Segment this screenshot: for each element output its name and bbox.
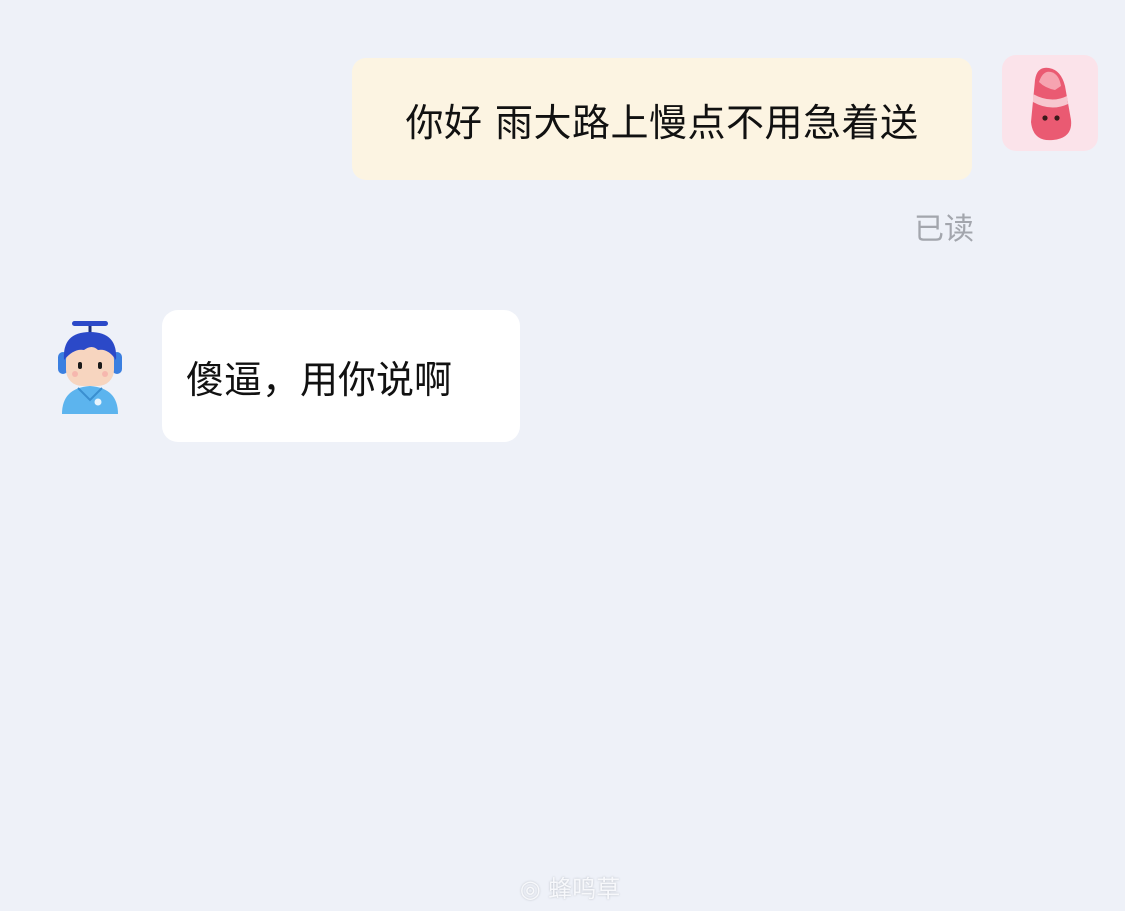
propeller-boy-avatar-icon bbox=[58, 321, 122, 414]
incoming-message-text: 傻逼，用你说啊 bbox=[186, 357, 453, 402]
self-avatar[interactable] bbox=[1002, 55, 1098, 151]
watermark: ◎ 蜂鸣草 bbox=[470, 866, 670, 906]
pink-blob-avatar-icon bbox=[1031, 67, 1072, 141]
chat-area: 你好 雨大路上慢点不用急着送 已读 傻逼，用你说啊 ◎ 蜂鸣草 bbox=[0, 0, 1125, 911]
read-status: 已读 bbox=[914, 212, 974, 247]
outgoing-bubble[interactable]: 你好 雨大路上慢点不用急着送 bbox=[352, 58, 972, 180]
watermark-text: ◎ 蜂鸣草 bbox=[519, 874, 621, 903]
contact-avatar[interactable] bbox=[48, 316, 132, 414]
outgoing-message-text: 你好 雨大路上慢点不用急着送 bbox=[405, 100, 919, 145]
incoming-bubble[interactable]: 傻逼，用你说啊 bbox=[162, 310, 520, 442]
outgoing-message: 你好 雨大路上慢点不用急着送 已读 bbox=[0, 0, 1125, 260]
